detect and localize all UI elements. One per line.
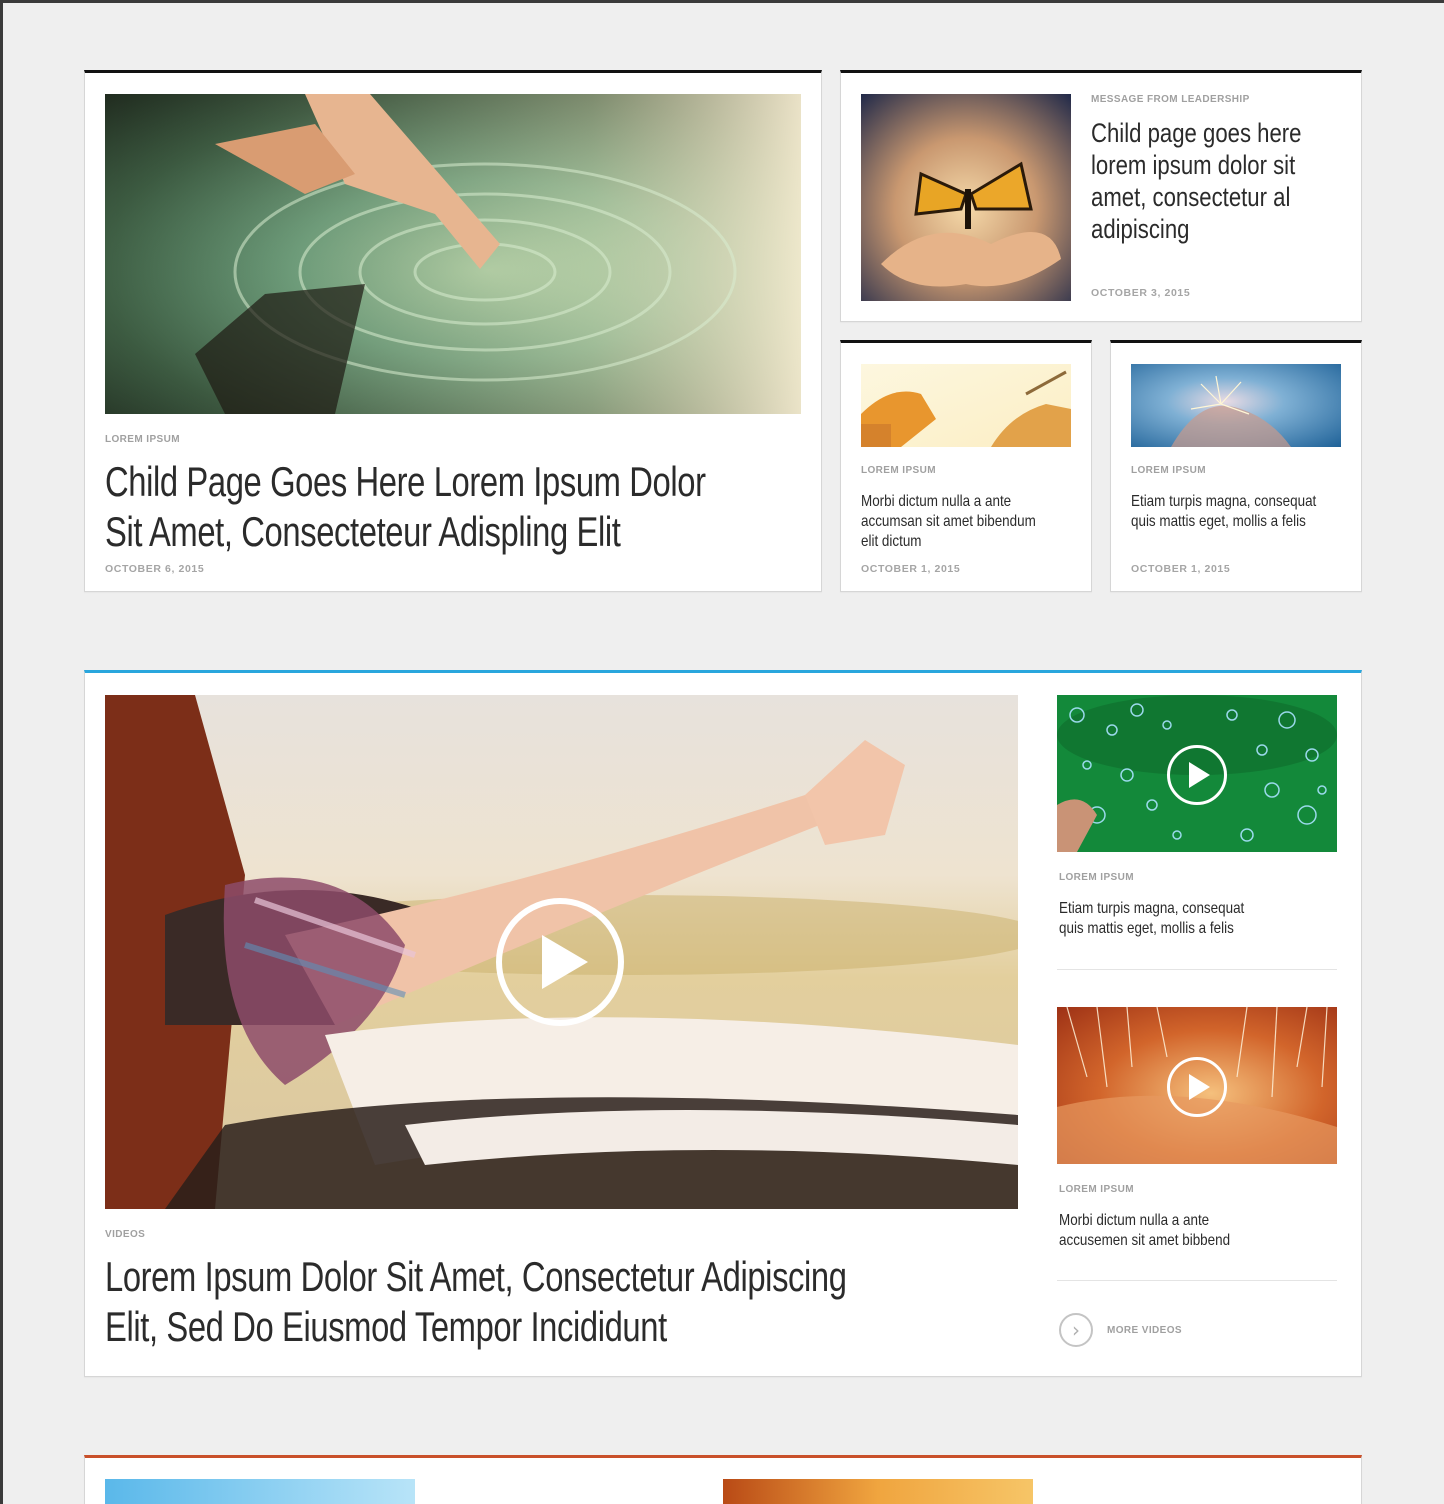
small-card-title-line[interactable]: accumsan sit amet bibendum: [861, 512, 1079, 532]
feature-title[interactable]: Child Page Goes Here Lorem Ipsum Dolor S…: [105, 457, 807, 557]
side-video-play-icon[interactable]: [1167, 745, 1227, 805]
main-video-title[interactable]: Lorem Ipsum Dolor Sit Amet, Consectetur …: [105, 1252, 963, 1352]
feature-kicker: LOREM IPSUM: [105, 434, 180, 445]
small-card-image[interactable]: [1131, 364, 1341, 447]
leadership-title-line[interactable]: amet, consectetur al: [1091, 181, 1353, 213]
video-section-card: VIDEOS Lorem Ipsum Dolor Sit Amet, Conse…: [84, 670, 1362, 1377]
small-card-title[interactable]: Etiam turpis magna, consequat quis matti…: [1131, 492, 1349, 532]
small-card[interactable]: LOREM IPSUM Etiam turpis magna, consequa…: [1110, 340, 1362, 592]
feature-date: OCTOBER 6, 2015: [105, 563, 205, 575]
feature-image[interactable]: [105, 94, 801, 414]
side-video-title-line[interactable]: Morbi dictum nulla a ante: [1059, 1211, 1311, 1231]
bottom-section-card: [84, 1455, 1362, 1504]
chevron-right-circle-icon[interactable]: ›: [1059, 1313, 1093, 1347]
main-video-kicker: VIDEOS: [105, 1229, 146, 1240]
small-card[interactable]: LOREM IPSUM Morbi dictum nulla a ante ac…: [840, 340, 1092, 592]
side-video-kicker: LOREM IPSUM: [1059, 1184, 1134, 1195]
side-video-kicker: LOREM IPSUM: [1059, 872, 1134, 883]
side-video-title-line[interactable]: Etiam turpis magna, consequat: [1059, 899, 1311, 919]
leadership-title-line[interactable]: lorem ipsum dolor sit: [1091, 149, 1353, 181]
small-card-title-line[interactable]: quis mattis eget, mollis a felis: [1131, 512, 1349, 532]
side-video-divider: [1057, 1280, 1337, 1281]
small-card-kicker: LOREM IPSUM: [861, 465, 936, 476]
main-video-title-line-2[interactable]: Elit, Sed Do Eiusmod Tempor Incididunt: [105, 1302, 963, 1352]
bottom-image-right[interactable]: [723, 1479, 1033, 1504]
main-video-title-line-1[interactable]: Lorem Ipsum Dolor Sit Amet, Consectetur …: [105, 1252, 963, 1302]
small-card-title-line[interactable]: Morbi dictum nulla a ante: [861, 492, 1079, 512]
side-video-title-line[interactable]: quis mattis eget, mollis a felis: [1059, 919, 1311, 939]
leadership-title[interactable]: Child page goes here lorem ipsum dolor s…: [1091, 117, 1353, 245]
leadership-card[interactable]: MESSAGE FROM LEADERSHIP Child page goes …: [840, 70, 1362, 322]
small-card-kicker: LOREM IPSUM: [1131, 465, 1206, 476]
leadership-kicker: MESSAGE FROM LEADERSHIP: [1091, 94, 1250, 105]
side-video-divider: [1057, 969, 1337, 970]
window-frame-left: [0, 0, 3, 1504]
main-video-play-icon[interactable]: [496, 898, 624, 1026]
leadership-title-line[interactable]: adipiscing: [1091, 213, 1353, 245]
side-video-title-line[interactable]: accusemen sit amet bibbend: [1059, 1231, 1311, 1251]
bottom-image-left[interactable]: [105, 1479, 415, 1504]
side-video-title[interactable]: Morbi dictum nulla a ante accusemen sit …: [1059, 1211, 1311, 1251]
window-frame-top: [0, 0, 1444, 3]
small-card-title[interactable]: Morbi dictum nulla a ante accumsan sit a…: [861, 492, 1079, 552]
more-videos-link[interactable]: MORE VIDEOS: [1107, 1325, 1182, 1336]
side-video-play-icon[interactable]: [1167, 1057, 1227, 1117]
small-card-title-line[interactable]: elit dictum: [861, 532, 1079, 552]
small-card-image[interactable]: [861, 364, 1071, 447]
feature-title-line-1[interactable]: Child Page Goes Here Lorem Ipsum Dolor: [105, 457, 807, 507]
feature-card[interactable]: LOREM IPSUM Child Page Goes Here Lorem I…: [84, 70, 822, 592]
feature-title-line-2[interactable]: Sit Amet, Consecteteur Adispling Elit: [105, 507, 807, 557]
side-video-title[interactable]: Etiam turpis magna, consequat quis matti…: [1059, 899, 1311, 939]
leadership-date: OCTOBER 3, 2015: [1091, 287, 1191, 299]
leadership-title-line[interactable]: Child page goes here: [1091, 117, 1353, 149]
small-card-date: OCTOBER 1, 2015: [861, 563, 961, 575]
small-card-date: OCTOBER 1, 2015: [1131, 563, 1231, 575]
small-card-title-line[interactable]: Etiam turpis magna, consequat: [1131, 492, 1349, 512]
leadership-image[interactable]: [861, 94, 1071, 301]
